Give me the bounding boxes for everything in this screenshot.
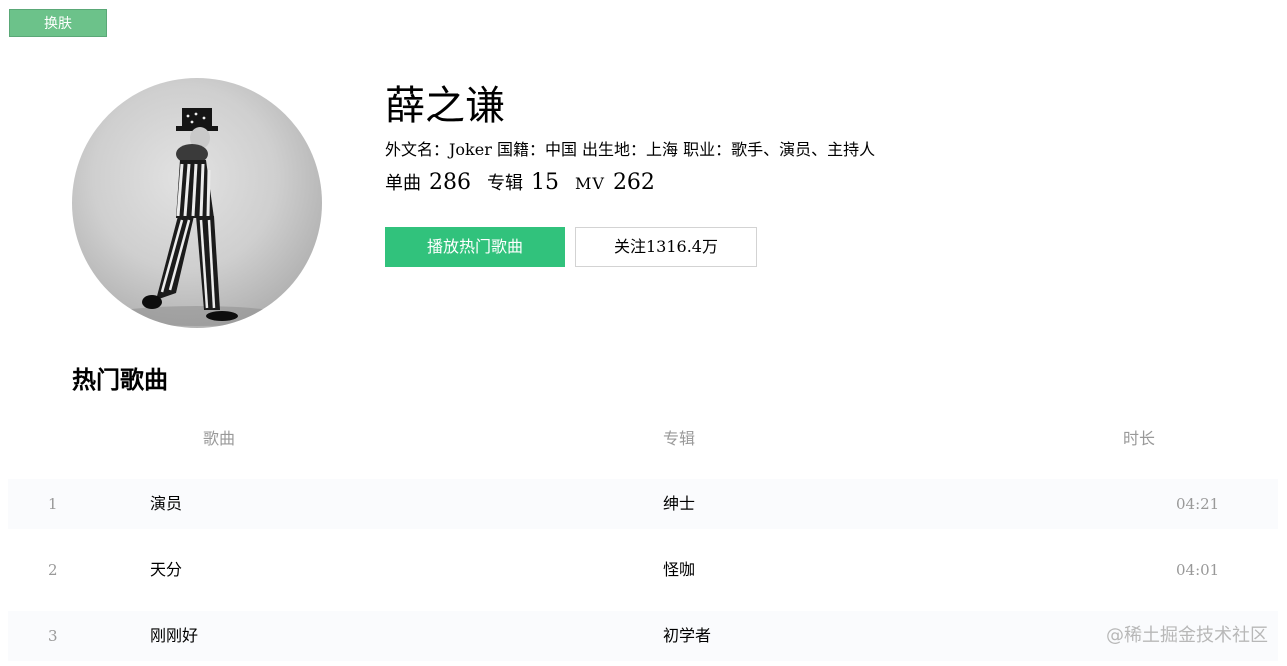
song-table-header: 歌曲 专辑 时长 <box>0 425 1287 453</box>
column-header-song: 歌曲 <box>203 429 236 448</box>
artist-info: 外文名：Joker 国籍：中国 出生地：上海 职业：歌手、演员、主持人 <box>385 140 876 159</box>
song-index: 3 <box>48 627 58 645</box>
albums-stat-value: 15 <box>531 170 559 195</box>
artist-stats: 单曲 286 专辑 15 MV 262 <box>385 170 671 197</box>
follow-button[interactable]: 关注1316.4万 <box>575 227 757 267</box>
song-name[interactable]: 演员 <box>150 479 182 529</box>
artist-name: 薛之谦 <box>385 83 505 129</box>
song-row[interactable]: 1 演员 绅士 04:21 <box>8 479 1278 529</box>
column-header-album: 专辑 <box>663 429 696 448</box>
song-album[interactable]: 初学者 <box>663 611 711 661</box>
song-album[interactable]: 怪咖 <box>663 545 695 595</box>
albums-stat-label: 专辑 <box>487 173 523 194</box>
songs-stat-label: 单曲 <box>385 173 421 194</box>
artist-photo-icon <box>107 108 287 326</box>
skin-button[interactable]: 换肤 <box>9 9 107 37</box>
song-row[interactable]: 2 天分 怪咖 04:01 <box>8 545 1278 595</box>
mv-stat-label: MV <box>575 174 605 193</box>
song-index: 2 <box>48 561 58 579</box>
song-row[interactable]: 3 刚刚好 初学者 <box>8 611 1278 661</box>
song-album[interactable]: 绅士 <box>663 479 695 529</box>
song-index: 1 <box>48 495 58 513</box>
mv-stat-value: 262 <box>612 170 655 195</box>
play-hot-songs-button[interactable]: 播放热门歌曲 <box>385 227 565 267</box>
song-name[interactable]: 天分 <box>150 545 182 595</box>
watermark: @稀土掘金技术社区 <box>1106 625 1268 646</box>
section-title-hot-songs: 热门歌曲 <box>72 366 168 394</box>
column-header-duration: 时长 <box>1123 429 1156 448</box>
song-name[interactable]: 刚刚好 <box>150 611 198 661</box>
song-duration: 04:01 <box>1176 561 1220 579</box>
songs-stat-value: 286 <box>429 170 471 195</box>
song-duration: 04:21 <box>1176 495 1220 513</box>
artist-avatar <box>72 78 322 328</box>
